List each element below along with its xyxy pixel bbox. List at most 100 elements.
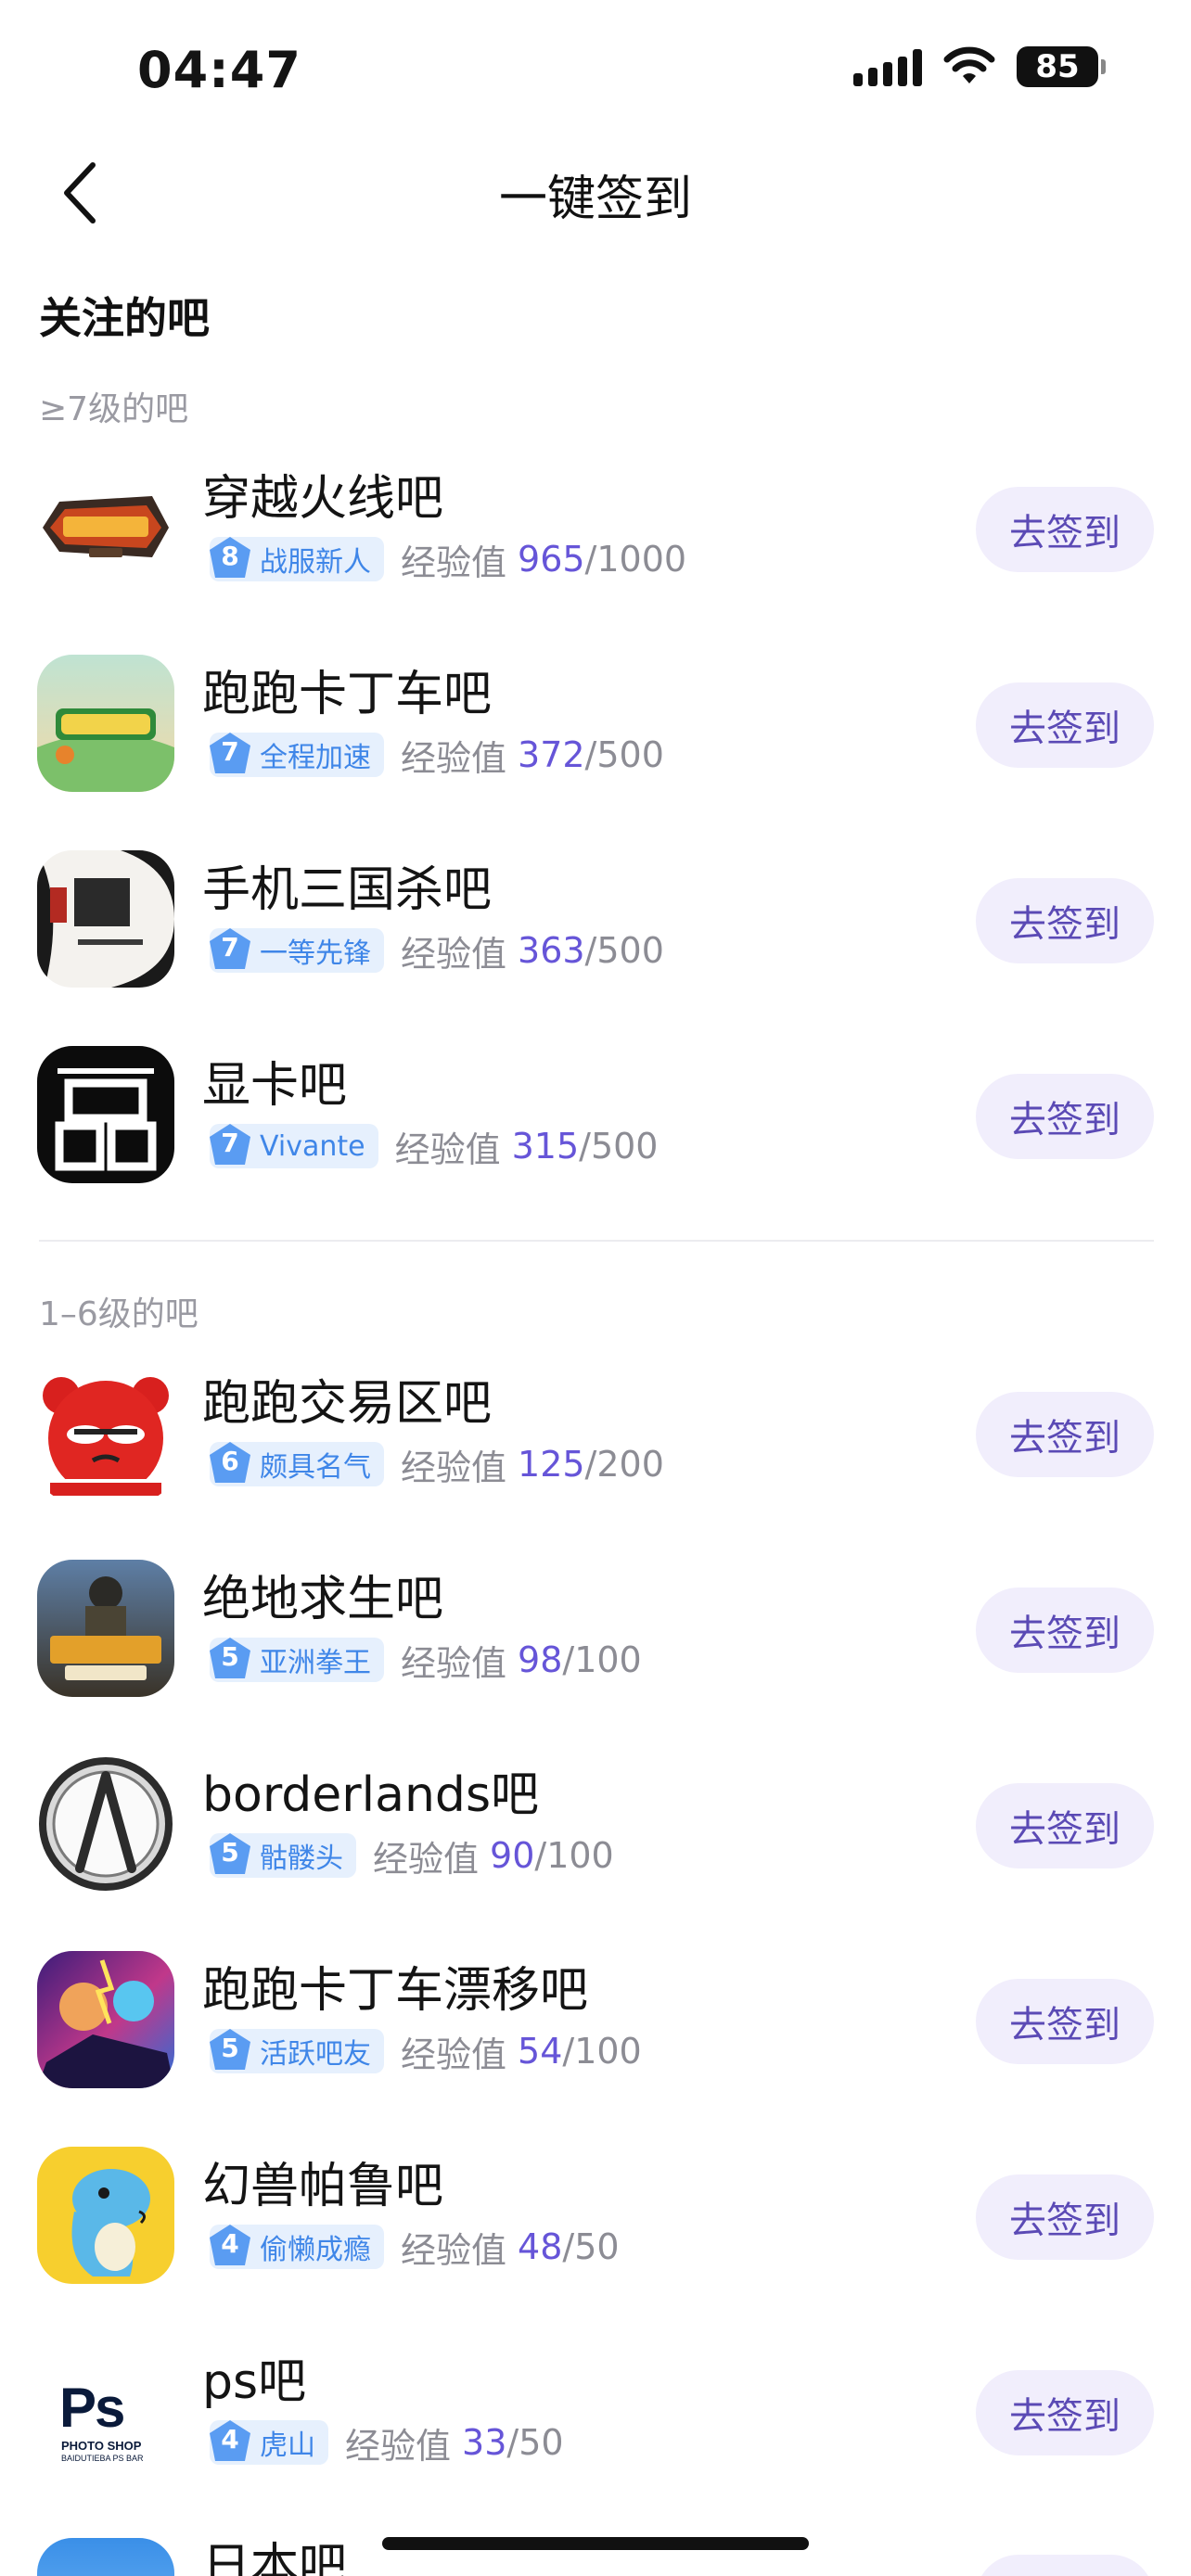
borderlands-logo-icon xyxy=(37,1755,174,1893)
sign-in-button[interactable]: 去签到 xyxy=(976,1783,1154,1868)
bar-meta: 5 活跃吧友 经验值 54/100 xyxy=(210,2027,642,2075)
bar-meta: 6 颇具名气 经验值 125/200 xyxy=(210,1440,664,1488)
bar-meta: 5 亚洲拳王 经验值 98/100 xyxy=(210,1636,642,1684)
level-badge: 4 虎山 xyxy=(210,2420,328,2465)
level-badge: 7 一等先锋 xyxy=(210,928,384,973)
exp-max: 1000 xyxy=(596,539,687,580)
exp-current: 315 xyxy=(511,1126,580,1167)
crossfire-logo-icon xyxy=(37,459,174,596)
japan-bar-logo-icon xyxy=(37,2538,174,2576)
bar-name: 跑跑卡丁车漂移吧 xyxy=(202,1963,589,2019)
sign-in-button[interactable]: 去签到 xyxy=(976,1074,1154,1159)
kartrider-logo-icon xyxy=(37,655,174,792)
level-title: 偷懒成瘾 xyxy=(260,2234,371,2266)
exp-max: 50 xyxy=(574,2226,620,2267)
red-mascot-icon xyxy=(37,1364,174,1501)
bar-row[interactable]: Ps PHOTO SHOP BAIDUTIEBA PS BAR ps吧 4 虎山… xyxy=(0,2316,1191,2512)
home-indicator[interactable] xyxy=(382,2537,809,2550)
exp-max: 500 xyxy=(590,1126,659,1167)
bar-row[interactable]: 手机三国杀吧 7 一等先锋 经验值 363/500 去签到 xyxy=(0,824,1191,1020)
sign-in-button[interactable]: 去签到 xyxy=(976,1979,1154,2064)
level-title: 战服新人 xyxy=(260,546,371,579)
bar-name: ps吧 xyxy=(202,2354,307,2410)
kart-drift-art-icon xyxy=(37,1951,174,2088)
level-title: 颇具名气 xyxy=(260,1451,371,1484)
sign-in-button[interactable]: 去签到 xyxy=(976,1392,1154,1477)
exp-label: 经验值 xyxy=(401,1447,507,1488)
sign-in-button[interactable]: 去签到 xyxy=(976,2555,1154,2576)
exp-current: 54 xyxy=(518,2031,563,2072)
photoshop-logo-icon: Ps PHOTO SHOP BAIDUTIEBA PS BAR xyxy=(37,2342,174,2480)
level-title: 全程加速 xyxy=(260,742,371,774)
bar-row[interactable]: 跑跑卡丁车吧 7 全程加速 经验值 372/500 去签到 xyxy=(0,629,1191,824)
exp-current: 372 xyxy=(518,734,585,775)
exp-label: 经验值 xyxy=(401,2034,507,2075)
bar-row[interactable]: 绝地求生吧 5 亚洲拳王 经验值 98/100 去签到 xyxy=(0,1534,1191,1729)
level-badge: 5 骷髅头 xyxy=(210,1833,356,1878)
sign-in-button[interactable]: 去签到 xyxy=(976,2370,1154,2455)
bar-meta: 8 战服新人 经验值 965/1000 xyxy=(210,535,686,583)
level-badge: 5 活跃吧友 xyxy=(210,2029,384,2073)
palworld-mascot-icon xyxy=(37,2147,174,2284)
bar-name: 显卡吧 xyxy=(202,1058,348,1114)
level-title: 亚洲拳王 xyxy=(260,1647,371,1679)
sign-in-button[interactable]: 去签到 xyxy=(976,682,1154,768)
exp-current: 98 xyxy=(518,1639,563,1680)
sign-in-button[interactable]: 去签到 xyxy=(976,487,1154,572)
bar-meta: 7 Vivante 经验值 315/500 xyxy=(210,1122,658,1170)
pubg-logo-icon xyxy=(37,1560,174,1697)
level-title: 一等先锋 xyxy=(260,937,371,970)
exp-max: 100 xyxy=(546,1835,614,1876)
bar-row[interactable]: borderlands吧 5 骷髅头 经验值 90/100 去签到 xyxy=(0,1729,1191,1925)
status-icons: 85 xyxy=(853,46,1106,87)
exp-label: 经验值 xyxy=(401,1642,507,1684)
sign-in-button[interactable]: 去签到 xyxy=(976,2174,1154,2260)
bar-name: 跑跑交易区吧 xyxy=(202,1376,493,1432)
exp-max: 500 xyxy=(596,734,664,775)
level-gem-icon: 5 xyxy=(206,1636,254,1684)
battery-icon: 85 xyxy=(1017,46,1106,87)
exp-current: 965 xyxy=(518,539,585,580)
level-title: Vivante xyxy=(260,1129,365,1163)
bar-row[interactable]: 显卡吧 7 Vivante 经验值 315/500 去签到 xyxy=(0,1020,1191,1216)
bar-meta: 4 偷懒成瘾 经验值 48/50 xyxy=(210,2223,620,2271)
bar-name: 手机三国杀吧 xyxy=(202,862,493,918)
sign-in-button[interactable]: 去签到 xyxy=(976,878,1154,963)
level-badge: 5 亚洲拳王 xyxy=(210,1638,384,1682)
exp-label: 经验值 xyxy=(345,2425,452,2467)
bar-meta: 5 骷髅头 经验值 90/100 xyxy=(210,1831,614,1880)
level-gem-icon: 7 xyxy=(206,731,254,779)
bar-name: 跑跑卡丁车吧 xyxy=(202,667,493,722)
level-badge: 8 战服新人 xyxy=(210,537,384,581)
level-badge: 6 颇具名气 xyxy=(210,1442,384,1486)
sign-in-button[interactable]: 去签到 xyxy=(976,1588,1154,1673)
exp-current: 33 xyxy=(462,2422,507,2463)
bar-row[interactable]: 穿越火线吧 8 战服新人 经验值 965/1000 去签到 xyxy=(0,433,1191,629)
level-badge: 4 偷懒成瘾 xyxy=(210,2225,384,2269)
status-bar: 04:47 85 xyxy=(0,0,1191,139)
exp-label: 经验值 xyxy=(394,1129,501,1170)
exp-max: 500 xyxy=(596,930,664,971)
exp-max: 200 xyxy=(596,1444,664,1485)
level-gem-icon: 4 xyxy=(206,2223,254,2271)
page-title: 一键签到 xyxy=(498,172,692,227)
exp-label: 经验值 xyxy=(401,542,507,583)
level-gem-icon: 8 xyxy=(206,535,254,583)
level-badge: 7 全程加速 xyxy=(210,733,384,777)
nav-bar: 一键签到 xyxy=(0,139,1191,250)
bar-name: 日本吧 xyxy=(202,2539,348,2576)
bar-meta: 4 虎山 经验值 33/50 xyxy=(210,2418,564,2467)
exp-max: 100 xyxy=(574,1639,642,1680)
group-label-low-level: 1–6级的吧 xyxy=(39,1295,198,1333)
exp-label: 经验值 xyxy=(401,2229,507,2271)
exp-current: 363 xyxy=(518,930,585,971)
bar-name: borderlands吧 xyxy=(202,1767,540,1823)
level-gem-icon: 7 xyxy=(206,1122,254,1170)
gpu-bar-logo-icon xyxy=(37,1046,174,1183)
bar-row[interactable]: 跑跑卡丁车漂移吧 5 活跃吧友 经验值 54/100 去签到 xyxy=(0,1925,1191,2121)
exp-label: 经验值 xyxy=(401,737,507,779)
bar-row[interactable]: 幻兽帕鲁吧 4 偷懒成瘾 经验值 48/50 去签到 xyxy=(0,2121,1191,2316)
exp-max: 50 xyxy=(519,2422,564,2463)
exp-label: 经验值 xyxy=(373,1838,480,1880)
bar-row[interactable]: 跑跑交易区吧 6 颇具名气 经验值 125/200 去签到 xyxy=(0,1338,1191,1534)
